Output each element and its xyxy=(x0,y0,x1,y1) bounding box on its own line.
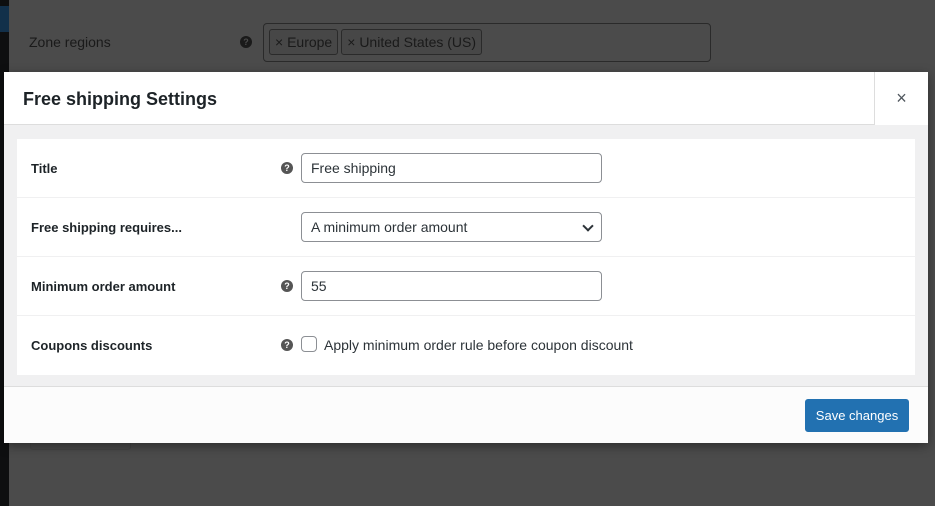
field-row-coupons: Coupons discounts ? Apply minimum order … xyxy=(17,316,915,375)
settings-form: Title ? Free shipping Free shipping requ… xyxy=(17,139,915,375)
remove-icon: × xyxy=(347,34,356,50)
close-button[interactable]: × xyxy=(874,72,928,125)
close-icon: × xyxy=(896,88,907,108)
field-row-requires: Free shipping requires... A minimum orde… xyxy=(17,198,915,257)
zone-regions-label: Zone regions xyxy=(29,34,111,50)
requires-select[interactable]: A minimum order amount xyxy=(301,212,602,242)
help-icon: ? xyxy=(240,36,252,48)
region-chip-us: × United States (US) xyxy=(341,29,483,55)
title-label: Title xyxy=(31,161,58,176)
coupons-checkbox[interactable] xyxy=(301,336,317,352)
sidebar-active-indicator xyxy=(0,6,9,32)
coupons-label: Coupons discounts xyxy=(31,338,153,353)
title-input[interactable]: Free shipping xyxy=(301,153,602,183)
modal-footer: Save changes xyxy=(4,386,928,443)
field-row-title: Title ? Free shipping xyxy=(17,139,915,198)
field-row-min-amount: Minimum order amount ? 55 xyxy=(17,257,915,316)
coupons-checkbox-label[interactable]: Apply minimum order rule before coupon d… xyxy=(324,337,633,353)
chevron-down-icon xyxy=(582,220,594,232)
min-amount-label: Minimum order amount xyxy=(31,279,176,294)
min-amount-input[interactable]: 55 xyxy=(301,271,602,301)
region-chip-europe: × Europe xyxy=(269,29,339,55)
save-changes-button[interactable]: Save changes xyxy=(805,399,909,432)
help-icon: ? xyxy=(281,162,293,174)
modal-header: Free shipping Settings × xyxy=(4,72,928,125)
help-icon: ? xyxy=(281,280,293,292)
free-shipping-settings-modal: Free shipping Settings × Title ? Free sh… xyxy=(4,72,928,443)
modal-title: Free shipping Settings xyxy=(23,89,218,109)
requires-label: Free shipping requires... xyxy=(31,220,182,235)
remove-icon: × xyxy=(275,34,284,50)
help-icon: ? xyxy=(281,339,293,351)
zone-regions-select: × Europe × United States (US) xyxy=(263,23,711,62)
